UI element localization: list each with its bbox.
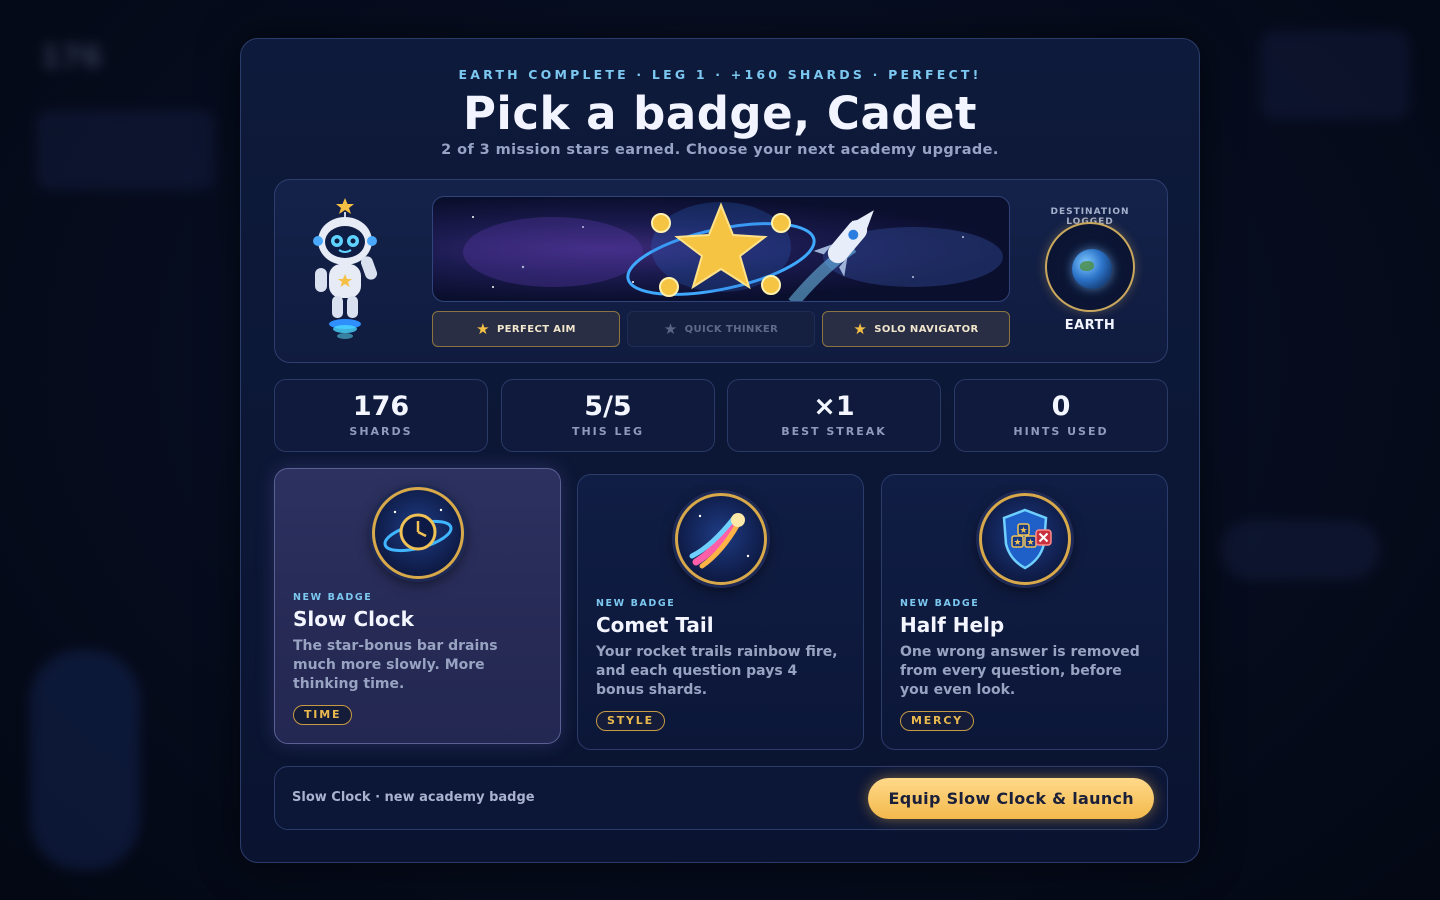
badge-name: Comet Tail (596, 613, 714, 637)
modal-title: Pick a badge, Cadet (462, 87, 978, 140)
stat-best-streak: ×1 BEST STREAK (727, 379, 941, 452)
mission-star-label: PERFECT AIM (496, 323, 576, 335)
svg-text:★: ★ (1013, 538, 1021, 548)
badge-description: One wrong answer is removed from every q… (900, 644, 1140, 698)
mission-star-label: QUICK THINKER (684, 323, 779, 335)
stat-label: BEST STREAK (781, 425, 887, 438)
star-orbit-art-icon (463, 202, 1003, 301)
background-decoration (1220, 520, 1380, 580)
badge-card-slow-clock[interactable]: NEW BADGE Slow Clock The star-bonus bar … (274, 468, 561, 744)
equip-and-launch-button[interactable]: Equip Slow Clock & launch (868, 778, 1154, 819)
stat-value: ×1 (813, 391, 855, 422)
comet-icon (675, 493, 767, 585)
badge-name: Slow Clock (293, 607, 414, 631)
background-panel-right (1260, 30, 1410, 120)
stat-shards: 176 SHARDS (274, 379, 488, 452)
star-icon: ★ (476, 319, 490, 338)
modal-subtitle: 2 of 3 mission stars earned. Choose your… (441, 142, 999, 158)
badge-card-half-help[interactable]: ★ ★ ★ NEW BADGE Half Help One wrong answ… (881, 474, 1168, 750)
stat-label: HINTS USED (1013, 425, 1109, 438)
badge-description: Your rocket trails rainbow fire, and eac… (596, 644, 838, 698)
selection-summary: Slow Clock · new academy badge (292, 790, 535, 805)
background-robot (30, 650, 140, 870)
mission-star-perfect-aim: ★ PERFECT AIM (432, 311, 620, 347)
destination-medal (1045, 222, 1135, 312)
badge-picker-modal: EARTH COMPLETE · LEG 1 · +160 SHARDS · P… (240, 38, 1200, 863)
new-badge-tag: NEW BADGE (293, 592, 373, 603)
stat-value: 176 (352, 391, 410, 422)
svg-text:★: ★ (1019, 526, 1027, 536)
mission-star-solo-navigator: ★ SOLO NAVIGATOR (822, 311, 1010, 347)
mission-star-label: SOLO NAVIGATOR (874, 323, 979, 335)
badge-name: Half Help (900, 613, 1005, 637)
badge-description: The star-bonus bar drains much more slow… (293, 638, 498, 692)
mission-hero-panel: ★ PERFECT AIM ★ QUICK THINKER ★ SOLO NAV… (274, 179, 1168, 363)
stat-label: SHARDS (349, 425, 413, 438)
mission-stars-row: ★ PERFECT AIM ★ QUICK THINKER ★ SOLO NAV… (432, 311, 1010, 347)
stat-this-leg: 5/5 THIS LEG (501, 379, 715, 452)
badge-category-pill: TIME (293, 705, 353, 725)
background-panel (36, 110, 216, 190)
badge-category-pill: MERCY (900, 711, 974, 731)
mission-star-quick-thinker: ★ QUICK THINKER (627, 311, 815, 347)
new-badge-tag: NEW BADGE (596, 598, 676, 609)
shield-icon: ★ ★ ★ (979, 493, 1071, 585)
badge-card-comet-tail[interactable]: NEW BADGE Comet Tail Your rocket trails … (577, 474, 864, 750)
background-score: 176 (40, 40, 103, 75)
clock-planet-icon (372, 487, 464, 579)
star-icon: ★ (853, 319, 868, 338)
star-icon: ★ (663, 319, 678, 338)
badge-category-pill: STYLE (596, 711, 665, 731)
star-orbit-banner (432, 196, 1010, 302)
stat-label: THIS LEG (571, 425, 645, 438)
new-badge-tag: NEW BADGE (900, 598, 980, 609)
leg-summary-eyebrow: EARTH COMPLETE · LEG 1 · +160 SHARDS · P… (458, 67, 982, 82)
svg-text:★: ★ (1026, 538, 1034, 548)
earth-planet-icon (1072, 249, 1112, 289)
robot-cadet-icon (313, 198, 378, 339)
stat-hints-used: 0 HINTS USED (954, 379, 1168, 452)
stat-value: 5/5 (584, 391, 632, 422)
selection-footer: Slow Clock · new academy badge Equip Slo… (274, 766, 1168, 830)
destination-name: EARTH (1064, 318, 1116, 333)
stat-value: 0 (1051, 391, 1071, 422)
